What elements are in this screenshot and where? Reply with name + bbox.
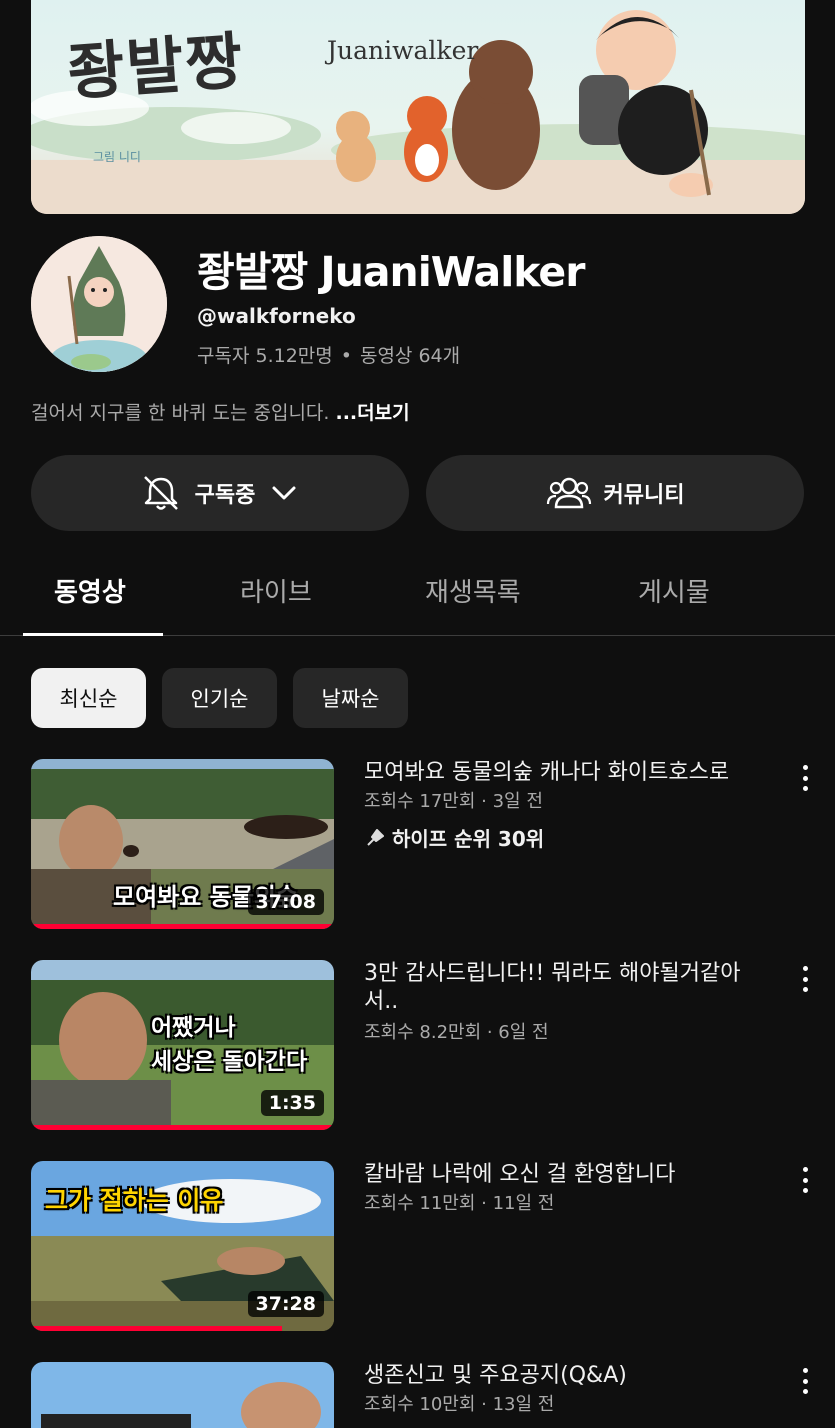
video-item[interactable]: 모여봐요 동물의숲 37:08 모여봐요 동물의숲 캐나다 화이트호스로 조회수… — [0, 759, 835, 931]
channel-avatar[interactable] — [31, 236, 167, 372]
video-duration: 37:28 — [247, 1291, 324, 1317]
video-count: 동영상 64개 — [359, 345, 461, 367]
video-title[interactable]: 3만 감사드립니다!! 뭐라도 해야될거같아서.. — [364, 960, 774, 1016]
bell-off-icon — [143, 476, 178, 510]
description-text: 걸어서 지구를 한 바퀴 도는 중입니다. — [31, 402, 330, 424]
channel-stats: 구독자 5.12만명 • 동영상 64개 — [197, 341, 460, 368]
chip-oldest[interactable]: 날짜순 — [293, 668, 408, 728]
video-title[interactable]: 모여봐요 동물의숲 캐나다 화이트호스로 — [364, 759, 784, 787]
active-tab-indicator — [23, 633, 163, 636]
video-title[interactable]: 칼바람 나락에 오신 걸 환영합니다 — [364, 1161, 784, 1189]
subscribed-label: 구독중 — [194, 483, 256, 508]
video-duration: 1:35 — [260, 1090, 324, 1116]
subscriber-count: 구독자 5.12만명 — [197, 345, 333, 367]
video-meta: 조회수 10만회 · 13일 전 — [364, 1394, 555, 1415]
thumbnail-image — [31, 1362, 334, 1428]
chip-latest[interactable]: 최신순 — [31, 668, 146, 728]
chevron-down-icon — [272, 486, 296, 500]
avatar-illustration — [31, 236, 167, 372]
more-options-kebab-icon[interactable] — [797, 1366, 813, 1396]
hype-rank: 하이프 순위 30위 — [364, 823, 544, 852]
video-item[interactable]: 그가 절하는 이유 37:28 칼바람 나락에 오신 걸 환영합니다 조회수 1… — [0, 1161, 835, 1333]
tab-playlists[interactable]: 재생목록 — [425, 572, 521, 609]
more-options-kebab-icon[interactable] — [797, 964, 813, 994]
thumbnail-caption-line2: 세상은 돌아간다 — [151, 1049, 308, 1075]
banner-credit: 그림 니디 — [93, 150, 141, 164]
video-duration: 37:08 — [247, 889, 324, 915]
tab-posts[interactable]: 게시물 — [638, 572, 710, 609]
video-thumbnail[interactable]: 어쨌거나 세상은 돌아간다 1:35 — [31, 960, 334, 1130]
more-options-kebab-icon[interactable] — [797, 763, 813, 793]
chip-popular[interactable]: 인기순 — [162, 668, 277, 728]
channel-banner: 좡발짱 Juaniwalker 그림 니디 — [31, 0, 805, 214]
thumbnail-caption: 그가 절하는 이유 — [45, 1186, 224, 1215]
more-link[interactable]: ...더보기 — [336, 402, 410, 424]
tab-videos[interactable]: 동영상 — [54, 572, 126, 609]
video-thumbnail[interactable]: 모여봐요 동물의숲 37:08 — [31, 759, 334, 929]
hype-label: 하이프 순위 30위 — [392, 827, 545, 851]
video-meta: 조회수 11만회 · 11일 전 — [364, 1193, 555, 1214]
community-label: 커뮤니티 — [603, 483, 685, 508]
watch-progress-bar — [31, 1326, 283, 1331]
people-icon — [546, 477, 591, 509]
thumbnail-caption-line1: 어쨌거나 — [151, 1015, 236, 1041]
channel-name: 좡발짱 JuaniWalker — [197, 248, 585, 296]
video-thumbnail[interactable] — [31, 1362, 334, 1428]
channel-description[interactable]: 걸어서 지구를 한 바퀴 도는 중입니다. ...더보기 — [31, 398, 410, 425]
more-options-kebab-icon[interactable] — [797, 1165, 813, 1195]
community-button[interactable]: 커뮤니티 — [426, 455, 804, 531]
video-title[interactable]: 생존신고 및 주요공지(Q&A) — [364, 1362, 784, 1390]
banner-logo-english: Juaniwalker — [327, 36, 479, 65]
channel-handle: @walkforneko — [197, 304, 356, 328]
hype-icon — [367, 828, 384, 846]
banner-logo-korean: 좡발짱 — [65, 23, 247, 110]
video-item[interactable]: 생존신고 및 주요공지(Q&A) 조회수 10만회 · 13일 전 — [0, 1362, 835, 1428]
video-meta: 조회수 17만회 · 3일 전 — [364, 791, 543, 812]
tab-live[interactable]: 라이브 — [240, 572, 312, 609]
separator-dot: • — [340, 345, 352, 367]
video-item[interactable]: 어쨌거나 세상은 돌아간다 1:35 3만 감사드립니다!! 뭐라도 해야될거같… — [0, 960, 835, 1132]
video-meta: 조회수 8.2만회 · 6일 전 — [364, 1022, 549, 1043]
channel-tabs: 동영상 라이브 재생목록 게시물 — [0, 556, 835, 636]
watch-progress-bar — [31, 924, 334, 929]
video-thumbnail[interactable]: 그가 절하는 이유 37:28 — [31, 1161, 334, 1331]
subscribed-button[interactable]: 구독중 — [31, 455, 409, 531]
watch-progress-bar — [31, 1125, 334, 1130]
